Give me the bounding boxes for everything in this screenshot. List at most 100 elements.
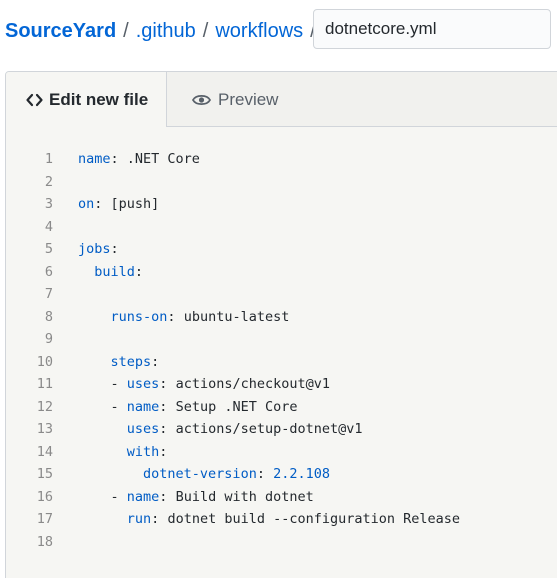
- breadcrumb: SourceYard / .github / workflows /: [0, 8, 323, 54]
- breadcrumb-repo-link[interactable]: SourceYard: [5, 20, 116, 43]
- yaml-separator: :: [134, 263, 144, 280]
- breadcrumb-separator: /: [123, 19, 129, 42]
- line-number: 7: [44, 286, 53, 302]
- line-number: 12: [36, 398, 53, 415]
- line-content: on: [push]: [78, 193, 159, 216]
- yaml-key: run: [126, 511, 152, 527]
- line-number: 10: [36, 353, 53, 370]
- yaml-value: Build with dotnet: [175, 488, 314, 505]
- tab-preview[interactable]: Preview: [167, 72, 307, 127]
- line-number: 15: [36, 466, 53, 482]
- code-line[interactable]: 9: [6, 328, 557, 351]
- yaml-key: name: [126, 398, 160, 415]
- breadcrumb-folder-workflows[interactable]: workflows: [215, 20, 303, 43]
- line-content: name: .NET Core: [78, 148, 200, 171]
- code-line[interactable]: 11 - uses: actions/checkout@v1: [6, 373, 557, 396]
- code-area[interactable]: 1 name: .NET Core 2 3 on: [push] 4 5 jobs: 6 bui…: [6, 148, 557, 553]
- line-number: 16: [36, 488, 53, 505]
- list-dash: -: [110, 376, 127, 392]
- code-line[interactable]: 13 uses: actions/setup-dotnet@v1: [6, 418, 557, 441]
- filename-input[interactable]: [313, 9, 551, 49]
- file-editor-page: SourceYard / .github / workflows / Edit …: [0, 0, 557, 578]
- yaml-key: with: [126, 443, 160, 460]
- yaml-separator: :: [159, 398, 176, 415]
- tab-edit-file-label: Edit new file: [49, 89, 149, 109]
- yaml-key: on: [78, 196, 95, 212]
- code-line[interactable]: 1 name: .NET Core: [6, 148, 557, 171]
- yaml-separator: :: [159, 421, 176, 437]
- line-number: 2: [44, 173, 53, 190]
- code-line[interactable]: 2: [6, 171, 557, 194]
- line-content: - name: Build with dotnet: [78, 486, 314, 509]
- yaml-key: uses: [126, 376, 160, 392]
- line-content: build:: [78, 261, 143, 284]
- code-editor: Edit new file Preview 1 name: .NET Core 2 3…: [5, 71, 557, 578]
- yaml-value: Setup .NET Core: [175, 398, 298, 415]
- code-line[interactable]: 17 run: dotnet build --configuration Rel…: [6, 508, 557, 531]
- code-icon: [26, 93, 43, 107]
- code-line[interactable]: 7: [6, 283, 557, 306]
- yaml-key: steps: [110, 353, 152, 370]
- code-line[interactable]: 12 - name: Setup .NET Core: [6, 396, 557, 419]
- yaml-value: .NET Core: [126, 151, 200, 167]
- line-content: uses: actions/setup-dotnet@v1: [78, 418, 363, 441]
- code-line[interactable]: 6 build:: [6, 261, 557, 284]
- yaml-key: dotnet-version: [143, 466, 257, 482]
- code-line[interactable]: 14 with:: [6, 441, 557, 464]
- yaml-key: build: [94, 263, 135, 280]
- breadcrumb-folder-github[interactable]: .github: [136, 20, 196, 43]
- yaml-separator: :: [159, 443, 168, 460]
- code-line[interactable]: 8 runs-on: ubuntu-latest: [6, 306, 557, 329]
- yaml-key: jobs: [78, 241, 111, 257]
- line-content: runs-on: ubuntu-latest: [78, 306, 290, 329]
- line-number: 1: [44, 151, 53, 167]
- yaml-separator: :: [256, 466, 274, 482]
- yaml-separator: :: [159, 488, 176, 505]
- line-number: 17: [36, 511, 53, 527]
- line-content: dotnet-version: 2.2.108: [78, 463, 330, 486]
- code-line[interactable]: 16 - name: Build with dotnet: [6, 486, 557, 509]
- yaml-separator: :: [110, 151, 127, 167]
- line-content: - name: Setup .NET Core: [78, 396, 298, 419]
- yaml-key: runs-on: [110, 308, 168, 325]
- line-number: 14: [36, 443, 53, 460]
- breadcrumb-separator: /: [202, 19, 209, 42]
- yaml-key: name: [78, 151, 111, 167]
- yaml-separator: :: [151, 511, 168, 527]
- line-content: run: dotnet build --configuration Releas…: [78, 508, 460, 531]
- code-line[interactable]: 4: [6, 216, 557, 239]
- yaml-value: actions/setup-dotnet@v1: [175, 421, 363, 437]
- code-line[interactable]: 15 dotnet-version: 2.2.108: [6, 463, 557, 486]
- line-content: jobs:: [78, 238, 119, 261]
- line-number: 11: [36, 376, 53, 392]
- yaml-key: uses: [126, 421, 160, 437]
- code-line[interactable]: 18: [6, 531, 557, 554]
- yaml-separator: :: [94, 196, 111, 212]
- line-number: 13: [36, 421, 53, 437]
- line-number: 6: [44, 263, 53, 280]
- tab-edit-file[interactable]: Edit new file: [6, 72, 167, 127]
- line-number: 9: [44, 331, 53, 347]
- yaml-value: 2.2.108: [273, 466, 330, 482]
- code-line[interactable]: 3 on: [push]: [6, 193, 557, 216]
- code-line[interactable]: 10 steps:: [6, 351, 557, 374]
- yaml-value: actions/checkout@v1: [175, 376, 330, 392]
- yaml-value: [push]: [110, 196, 160, 212]
- line-number: 5: [44, 241, 53, 257]
- line-number: 8: [44, 308, 53, 325]
- yaml-separator: :: [159, 376, 176, 392]
- list-dash: -: [110, 398, 127, 415]
- yaml-value: dotnet build --configuration Release: [167, 511, 461, 527]
- tab-preview-label: Preview: [218, 89, 279, 109]
- code-line[interactable]: 5 jobs:: [6, 238, 557, 261]
